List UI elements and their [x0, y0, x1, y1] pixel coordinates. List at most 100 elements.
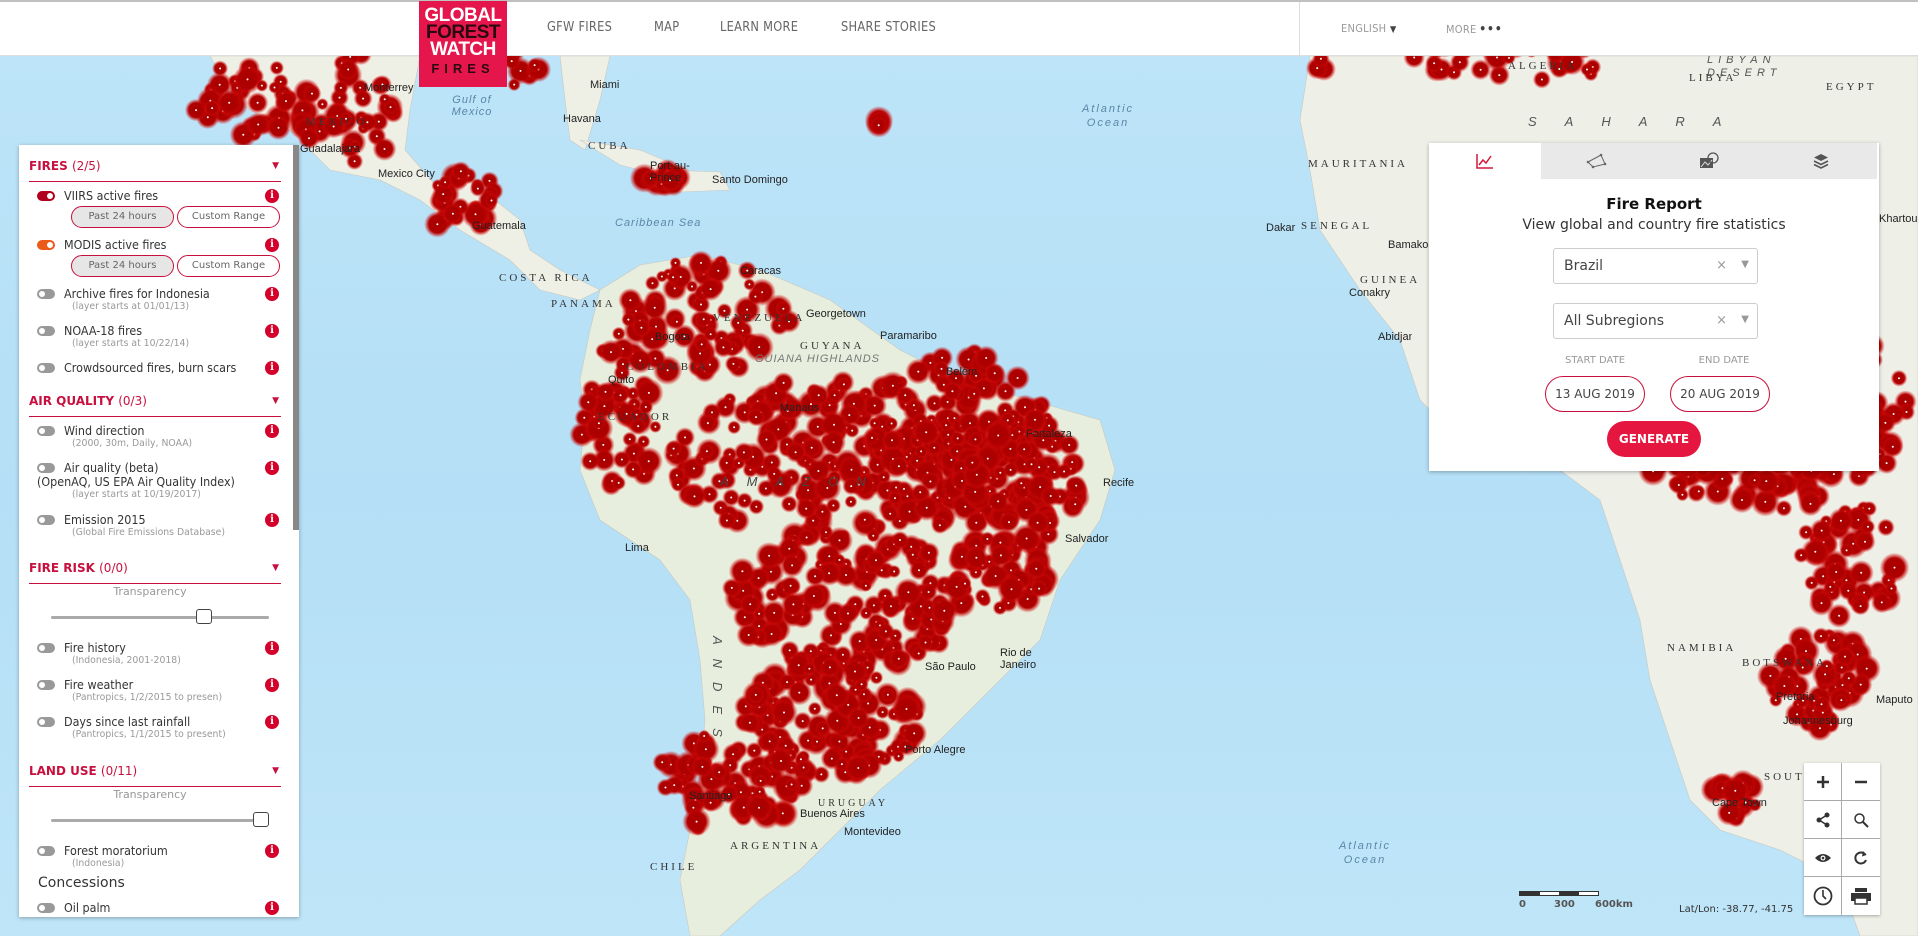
- modis-custom-range-button[interactable]: Custom Range: [177, 255, 280, 277]
- section-fires-header[interactable]: FIRES (2/5) ▼: [29, 159, 281, 182]
- visibility-button[interactable]: [1804, 839, 1842, 877]
- end-date-picker[interactable]: 20 AUG 2019: [1670, 376, 1770, 412]
- zoom-out-button[interactable]: [1842, 763, 1880, 801]
- info-icon[interactable]: i: [265, 287, 279, 301]
- layer-toggle[interactable]: [37, 515, 55, 525]
- tab-analysis[interactable]: [1429, 143, 1541, 179]
- tab-draw[interactable]: [1541, 143, 1653, 179]
- layer-toggle[interactable]: [37, 363, 55, 373]
- fire-marker-center: [894, 497, 896, 500]
- fire-marker-center: [791, 564, 794, 567]
- fire-marker-center: [700, 261, 702, 264]
- subregion-select[interactable]: All Subregions × ▼: [1553, 303, 1758, 339]
- fire-marker-center: [704, 748, 707, 751]
- fire-marker-center: [338, 96, 341, 99]
- clear-icon[interactable]: ×: [1716, 313, 1727, 328]
- search-button[interactable]: [1842, 801, 1880, 839]
- share-button[interactable]: [1804, 801, 1842, 839]
- info-icon[interactable]: i: [265, 715, 279, 729]
- fire-marker-center: [642, 440, 645, 443]
- land-use-transparency-slider[interactable]: [51, 812, 269, 827]
- fire-marker-center: [1868, 507, 1871, 510]
- info-icon[interactable]: i: [265, 189, 279, 203]
- fire-marker-center: [1835, 571, 1838, 573]
- fire-marker-center: [897, 755, 900, 758]
- layer-toggle[interactable]: [37, 326, 55, 336]
- print-button[interactable]: [1842, 877, 1880, 915]
- layer-toggle[interactable]: [37, 903, 55, 913]
- tab-basemap[interactable]: [1653, 143, 1765, 179]
- info-icon[interactable]: i: [265, 641, 279, 655]
- collapse-arrow-icon: ▼: [272, 766, 279, 776]
- layer-toggle[interactable]: [37, 289, 55, 299]
- nav-share-stories[interactable]: SHARE STORIES: [841, 20, 936, 35]
- fire-marker-center: [924, 641, 927, 644]
- fire-marker-center: [858, 640, 861, 643]
- fire-marker-center: [942, 383, 945, 386]
- clear-icon[interactable]: ×: [1716, 258, 1727, 273]
- fire-risk-transparency-slider[interactable]: [51, 609, 269, 624]
- fire-marker-center: [841, 653, 844, 656]
- info-icon[interactable]: i: [265, 461, 279, 475]
- timeline-button[interactable]: [1804, 877, 1842, 915]
- fire-marker-center: [256, 101, 259, 104]
- info-icon[interactable]: i: [265, 238, 279, 252]
- fire-marker-center: [790, 783, 793, 786]
- info-icon[interactable]: i: [265, 844, 279, 858]
- concessions-heading: Concessions: [38, 875, 125, 891]
- info-icon[interactable]: i: [265, 361, 279, 375]
- slider-thumb[interactable]: [253, 812, 269, 827]
- fire-marker-center: [927, 591, 930, 593]
- fire-marker-center: [1884, 421, 1887, 424]
- info-icon[interactable]: i: [265, 513, 279, 527]
- gfw-fires-logo[interactable]: GLOBAL FOREST WATCH FIRES: [419, 1, 507, 87]
- viirs-custom-range-button[interactable]: Custom Range: [177, 206, 280, 228]
- fire-marker-center: [488, 179, 491, 182]
- fire-marker-center: [1840, 666, 1843, 669]
- fire-marker-center: [907, 591, 910, 594]
- layer-toggle[interactable]: [37, 717, 55, 727]
- info-icon[interactable]: i: [265, 324, 279, 338]
- fire-marker-center: [950, 458, 953, 461]
- fire-marker-center: [1847, 589, 1850, 592]
- section-air-quality-header[interactable]: AIR QUALITY (0/3) ▼: [29, 394, 281, 417]
- fire-marker-center: [814, 575, 817, 578]
- fire-marker-center: [725, 519, 728, 522]
- modis-past-24h-button[interactable]: Past 24 hours: [71, 255, 174, 277]
- zoom-in-button[interactable]: [1804, 763, 1842, 801]
- fire-marker-center: [533, 64, 536, 67]
- info-icon[interactable]: i: [265, 901, 279, 915]
- reset-button[interactable]: [1842, 839, 1880, 877]
- section-fire-risk-header[interactable]: FIRE RISK (0/0) ▼: [29, 561, 281, 584]
- layer-toggle[interactable]: [37, 426, 55, 436]
- layer-toggle[interactable]: [37, 463, 55, 473]
- fire-marker-center: [632, 392, 635, 395]
- nav-learn-more[interactable]: LEARN MORE: [720, 20, 798, 35]
- generate-button[interactable]: GENERATE: [1607, 421, 1701, 457]
- layer-toggle[interactable]: [37, 846, 55, 856]
- tab-layers[interactable]: [1765, 143, 1877, 179]
- info-icon[interactable]: i: [265, 424, 279, 438]
- fire-marker-center: [451, 212, 454, 215]
- layer-toggle[interactable]: [37, 643, 55, 653]
- country-select[interactable]: Brazil × ▼: [1553, 248, 1758, 284]
- more-menu[interactable]: MORE •••: [1446, 22, 1503, 36]
- viirs-past-24h-button[interactable]: Past 24 hours: [71, 206, 174, 228]
- slider-thumb[interactable]: [196, 609, 213, 624]
- panel-scrollbar[interactable]: [293, 145, 299, 530]
- language-selector[interactable]: ENGLISH ▼: [1341, 22, 1397, 35]
- scale-bar: 0 300 600km: [1519, 891, 1633, 910]
- layer-name: Air quality (beta): [64, 461, 159, 475]
- nav-map[interactable]: MAP: [654, 20, 679, 35]
- nav-gfw-fires[interactable]: GFW FIRES: [547, 20, 612, 35]
- fire-marker-center: [960, 602, 963, 605]
- fire-marker-center: [1319, 57, 1322, 60]
- section-land-use-header[interactable]: LAND USE (0/11) ▼: [29, 764, 281, 787]
- layer-toggle[interactable]: [37, 680, 55, 690]
- fire-marker-center: [825, 531, 827, 534]
- start-date-picker[interactable]: 13 AUG 2019: [1545, 376, 1645, 412]
- layer-toggle[interactable]: [37, 191, 55, 201]
- layer-toggle[interactable]: [37, 240, 55, 250]
- info-icon[interactable]: i: [265, 678, 279, 692]
- fire-marker-center: [1316, 67, 1319, 70]
